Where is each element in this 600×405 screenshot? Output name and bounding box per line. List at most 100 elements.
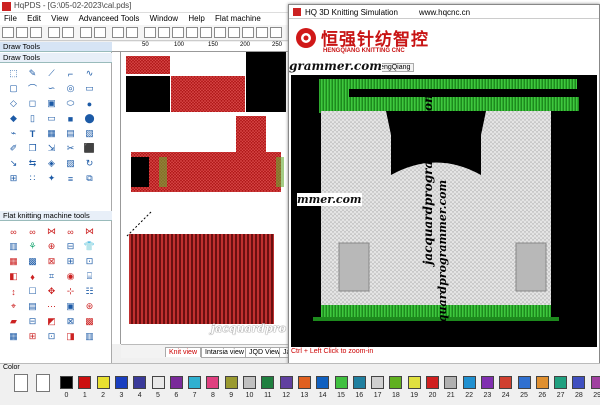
color-swatch-28[interactable] (572, 376, 586, 389)
zoom-in-icon[interactable] (112, 27, 124, 38)
narrow-icon[interactable]: ⊠ (42, 254, 61, 269)
rounded-rect-tool-icon[interactable]: ▭ (80, 81, 99, 96)
layer-icon[interactable] (242, 27, 254, 38)
rect-tool-icon[interactable]: ▢ (4, 81, 23, 96)
symbol7-icon[interactable]: ☐ (23, 284, 42, 299)
intarsia-icon[interactable]: ▦ (4, 254, 23, 269)
round-rect2-tool-icon[interactable]: ▭ (42, 111, 61, 126)
float-icon[interactable]: ⊟ (61, 239, 80, 254)
color-swatch-18[interactable] (389, 376, 403, 389)
color-swatch-24[interactable] (499, 376, 513, 389)
color-swatch-7[interactable] (188, 376, 202, 389)
garment-icon[interactable]: 👕 (80, 239, 99, 254)
rib-icon[interactable]: ▥ (4, 239, 23, 254)
brush-tool-icon[interactable]: ✐ (4, 141, 23, 156)
rotate-icon[interactable] (228, 27, 240, 38)
eyedropper-tool-icon[interactable]: ⌁ (4, 126, 23, 141)
menu-view[interactable]: View (47, 13, 72, 25)
redo-icon[interactable] (62, 27, 74, 38)
color-swatch-14[interactable] (316, 376, 330, 389)
stamp-tool-icon[interactable]: ⊞ (4, 171, 23, 186)
mirror-icon[interactable] (214, 27, 226, 38)
pen-icon[interactable] (186, 27, 198, 38)
settings-icon[interactable] (270, 27, 282, 38)
menu-edit[interactable]: Edit (23, 13, 45, 25)
brush2-tool-icon[interactable]: ↘ (4, 156, 23, 171)
wand-tool-icon[interactable]: ✦ (42, 171, 61, 186)
fill-tool-icon[interactable]: ⬛ (80, 141, 99, 156)
symbol8-icon[interactable]: ✥ (42, 284, 61, 299)
shape-icon[interactable]: ▩ (23, 254, 42, 269)
symbol20-icon[interactable]: ▩ (80, 314, 99, 329)
menu-file[interactable]: File (0, 13, 21, 25)
color-swatch-10[interactable] (243, 376, 256, 389)
transfer-icon[interactable]: ⋈ (80, 224, 99, 239)
design-canvas[interactable]: grammer.com mmer.com jacquardpro (121, 52, 384, 344)
palette-scroll-left-icon[interactable] (14, 374, 28, 392)
widen-icon[interactable]: ⊞ (61, 254, 80, 269)
menu-help[interactable]: Help (184, 13, 208, 25)
symbol11-icon[interactable]: ⌖ (4, 299, 23, 314)
ring-tool-icon[interactable]: ◎ (61, 81, 80, 96)
square2-tool-icon[interactable]: ■ (61, 111, 80, 126)
save-icon[interactable] (30, 27, 42, 38)
symbol3-icon[interactable]: ⌗ (42, 269, 61, 284)
select-tool-icon[interactable]: ⬚ (4, 66, 23, 81)
curve2-tool-icon[interactable]: ∽ (42, 81, 61, 96)
color-swatch-8[interactable] (206, 376, 220, 389)
color-swatch-11[interactable] (261, 376, 275, 389)
symbol17-icon[interactable]: ⊟ (23, 314, 42, 329)
open-folder-icon[interactable] (16, 27, 28, 38)
color-swatch-17[interactable] (371, 376, 385, 389)
line-tool-icon[interactable]: ⟋ (42, 66, 61, 81)
symbol5-icon[interactable]: ⌸ (80, 269, 99, 284)
cable-icon[interactable]: ⚘ (23, 239, 42, 254)
copy-tool-icon[interactable]: ❐ (23, 141, 42, 156)
color-swatch-16[interactable] (352, 376, 366, 389)
color-swatch-5[interactable] (151, 376, 165, 389)
color-swatch-27[interactable] (554, 376, 568, 389)
yarn-icon[interactable]: ⊡ (80, 254, 99, 269)
cut-tool-icon[interactable]: ✂ (61, 141, 80, 156)
poly-tool-icon[interactable]: ⌐ (61, 66, 80, 81)
diamond2-tool-icon[interactable]: ◆ (4, 111, 23, 126)
flat-knitting-tools-section[interactable]: Flat knitting machine tools (0, 211, 112, 221)
color-swatch-0[interactable] (60, 376, 73, 389)
arc-tool-icon[interactable]: ⌒ (23, 81, 42, 96)
tab-intarsia-view[interactable]: Intarsia view (201, 347, 248, 358)
palette-scroll-right-icon[interactable] (36, 374, 50, 392)
symbol1-icon[interactable]: ◧ (4, 269, 23, 284)
color-swatch-19[interactable] (407, 376, 421, 389)
symbol12-icon[interactable]: ▤ (23, 299, 42, 314)
frame-tool-icon[interactable]: ▣ (42, 96, 61, 111)
symbol21-icon[interactable]: ▦ (4, 329, 23, 344)
copy-icon[interactable] (80, 27, 92, 38)
symbol14-icon[interactable]: ▣ (61, 299, 80, 314)
menu-advanced-tools[interactable]: Advanceed Tools (75, 13, 144, 25)
pencil-tool-icon[interactable]: ✎ (23, 66, 42, 81)
tab-knit-view[interactable]: Knit view (165, 347, 202, 357)
symbol19-icon[interactable]: ⊠ (61, 314, 80, 329)
menu-window[interactable]: Window (146, 13, 182, 25)
eraser-tool-icon[interactable]: ▨ (61, 156, 80, 171)
3d-render-view[interactable]: mmer.com jacquardprogrammer.com jacquard… (291, 75, 597, 347)
color-swatch-9[interactable] (224, 376, 238, 389)
bucket-tool-icon[interactable]: ◈ (42, 156, 61, 171)
spray-tool-icon[interactable]: ∷ (23, 171, 42, 186)
curve-tool-icon[interactable]: ∿ (80, 66, 99, 81)
color-swatch-22[interactable] (462, 376, 476, 389)
flip-tool-icon[interactable]: ⇆ (23, 156, 42, 171)
zoom-out-icon[interactable] (126, 27, 138, 38)
symbol15-icon[interactable]: ⊛ (80, 299, 99, 314)
fill-icon[interactable] (200, 27, 212, 38)
square-tool-icon[interactable]: ◻ (23, 96, 42, 111)
move-tool-icon[interactable]: ⇲ (42, 141, 61, 156)
color-swatch-29[interactable] (590, 376, 600, 389)
circle-tool-icon[interactable]: ● (80, 96, 99, 111)
racking-icon[interactable]: ⊕ (42, 239, 61, 254)
circle2-tool-icon[interactable]: ⬤ (80, 111, 99, 126)
symbol9-icon[interactable]: ⊹ (61, 284, 80, 299)
color-swatch-20[interactable] (426, 376, 439, 389)
paste-icon[interactable] (94, 27, 106, 38)
ellipse-tool-icon[interactable]: ⬭ (61, 96, 80, 111)
